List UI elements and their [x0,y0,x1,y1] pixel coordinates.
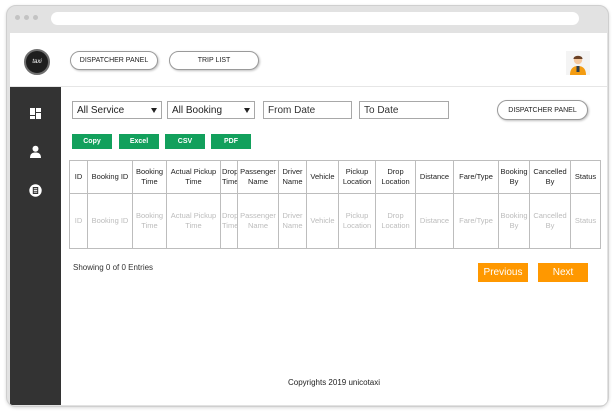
column-header[interactable]: Fare/Type [453,160,499,194]
table-cell: Status [570,193,601,249]
entries-count: Showing 0 of 0 Entries [73,263,154,272]
column-header[interactable]: Vehicle [306,160,339,194]
table-cell: Fare/Type [453,193,499,249]
column-header[interactable]: Cancelled By [529,160,571,194]
address-bar[interactable] [51,12,579,25]
column-header[interactable]: Driver Name [278,160,307,194]
service-select[interactable]: All Service [72,101,162,119]
top-bar: taxi DISPATCHER PANEL TRIP LIST [10,33,607,87]
column-header[interactable]: Booking Time [132,160,167,194]
column-header[interactable]: Booking ID [87,160,133,194]
table-cell: Vehicle [306,193,339,249]
table-cell: Cancelled By [529,193,571,249]
booking-select[interactable]: All Booking [167,101,255,119]
logo-text: taxi [32,59,42,65]
from-date-input[interactable]: From Date [263,101,352,119]
pdf-button[interactable]: PDF [211,134,251,149]
table-cell: Passenger Name [237,193,279,249]
column-header[interactable]: Booking By [498,160,530,194]
column-header[interactable]: Status [570,160,601,194]
dispatcher-panel-button[interactable]: DISPATCHER PANEL [70,51,158,70]
trip-list-button[interactable]: TRIP LIST [169,51,259,70]
chevron-down-icon [151,108,157,113]
trips-table: ID Booking ID Booking Time Actual Pickup… [69,160,601,249]
column-header[interactable]: Drop Time [220,160,238,194]
table-header-row: ID Booking ID Booking Time Actual Pickup… [69,160,601,194]
table-cell: Pickup Location [338,193,376,249]
app-window: taxi DISPATCHER PANEL TRIP LIST All Serv… [10,33,607,405]
app-logo[interactable]: taxi [24,49,50,75]
table-cell: Booking Time [132,193,167,249]
column-header[interactable]: Passenger Name [237,160,279,194]
window-controls [15,15,38,20]
column-header[interactable]: Pickup Location [338,160,376,194]
column-header[interactable]: Drop Location [375,160,416,194]
copy-button[interactable]: Copy [72,134,112,149]
table-cell: Drop Time [220,193,238,249]
avatar[interactable] [566,51,590,75]
browser-window: taxi DISPATCHER PANEL TRIP LIST All Serv… [6,5,609,407]
table-cell: Booking ID [87,193,133,249]
to-date-input[interactable]: To Date [359,101,449,119]
dashboard-icon[interactable] [29,107,42,120]
table-cell: Actual Pickup Time [166,193,221,249]
dispatcher-panel-button-secondary[interactable]: DISPATCHER PANEL [497,100,588,120]
previous-button[interactable]: Previous [478,263,528,282]
table-cell: Driver Name [278,193,307,249]
csv-button[interactable]: CSV [165,134,205,149]
table-cell: Distance [415,193,454,249]
next-button[interactable]: Next [538,263,588,282]
table-cell: Booking By [498,193,530,249]
column-header[interactable]: Actual Pickup Time [166,160,221,194]
booking-select-value: All Booking [172,104,223,116]
chevron-down-icon [244,108,250,113]
excel-button[interactable]: Excel [119,134,159,149]
main-content: All Service All Booking From Date To Dat… [61,87,607,405]
footer-copyright: Copyrights 2019 unicotaxi [287,378,381,387]
table-cell: ID [69,193,88,249]
column-header[interactable]: ID [69,160,88,194]
table-cell: Drop Location [375,193,416,249]
table-row: ID Booking ID Booking Time Actual Pickup… [69,193,601,249]
document-icon[interactable] [29,184,42,197]
sidebar [10,87,61,405]
user-icon[interactable] [29,145,42,158]
column-header[interactable]: Distance [415,160,454,194]
service-select-value: All Service [77,104,125,116]
